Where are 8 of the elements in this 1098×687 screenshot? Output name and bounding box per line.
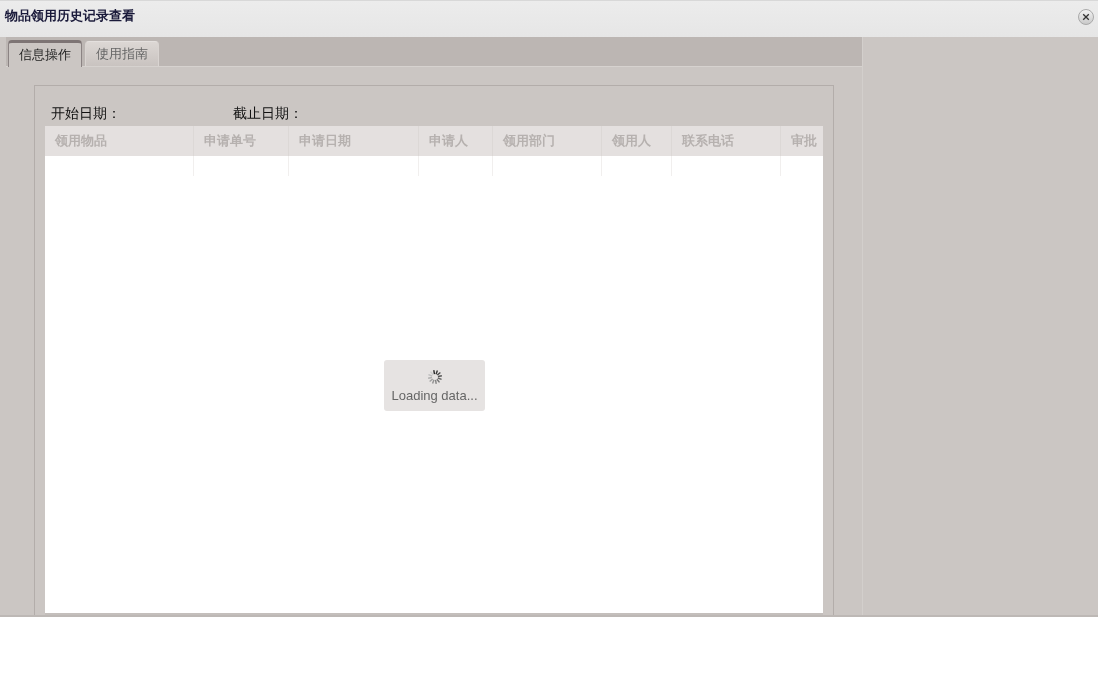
tab[interactable]: 使用指南 (85, 41, 159, 66)
window-title: 物品领用历史记录查看 (5, 7, 135, 25)
date-label: 开始日期： (51, 105, 122, 123)
date-label: 截止日期： (233, 105, 303, 123)
loading-text: Loading data... (391, 387, 478, 403)
tab[interactable]: 信息操作 (8, 40, 82, 67)
spinner-icon (426, 368, 443, 385)
close-icon[interactable] (1078, 9, 1094, 25)
